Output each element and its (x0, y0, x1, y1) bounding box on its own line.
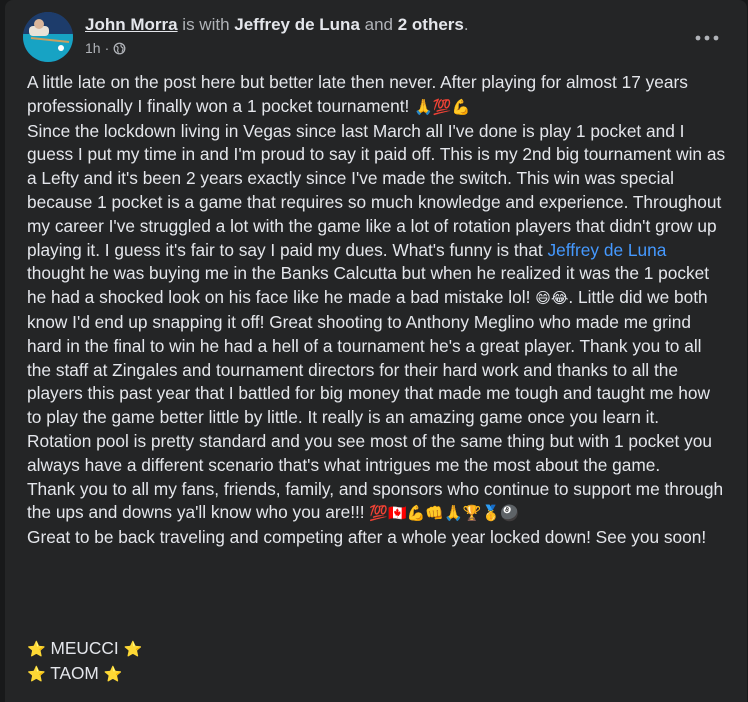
star-icon: ⭐ (27, 665, 46, 683)
mention-link[interactable]: Jeffrey de Luna (547, 240, 666, 260)
emoji-group-3: 💯🇨🇦💪👊🙏🏆🥇🎱 (369, 504, 519, 523)
post-header: John Morra is with Jeffrey de Luna and 2… (23, 12, 747, 62)
body-text-5: Great to be back traveling and competing… (27, 527, 707, 548)
emoji-group-2: 😄😂 (535, 289, 569, 308)
post-header-text: John Morra is with Jeffrey de Luna and 2… (85, 14, 469, 56)
sponsor-2: TAOM (50, 663, 99, 683)
more-dots (695, 35, 719, 41)
avatar[interactable] (23, 12, 73, 62)
star-icon: ⭐ (123, 640, 143, 658)
sponsor-1: MEUCCI (50, 638, 119, 658)
post-body: A little late on the post here but bette… (27, 71, 727, 550)
and-text: and (359, 15, 398, 34)
tagged-user-link[interactable]: Jeffrey de Luna (234, 15, 360, 34)
period-text: . (463, 15, 469, 34)
meta-separator: · (104, 40, 110, 56)
sponsor-line-2: ⭐ TAOM ⭐ (27, 661, 142, 686)
globe-icon[interactable] (113, 42, 126, 55)
sponsor-lines: ⭐ MEUCCI ⭐ ⭐ TAOM ⭐ (27, 636, 142, 686)
star-icon: ⭐ (103, 665, 123, 683)
timestamp-link[interactable]: 1h (85, 40, 101, 56)
others-link[interactable]: 2 others (398, 15, 464, 34)
more-options-icon[interactable] (689, 26, 725, 50)
emoji-group-1: 🙏💯💪 (414, 97, 471, 116)
with-text: is with (177, 15, 235, 34)
author-name-link[interactable]: John Morra (85, 15, 178, 34)
star-icon: ⭐ (27, 640, 46, 658)
sponsor-line-1: ⭐ MEUCCI ⭐ (27, 636, 142, 661)
author-line: John Morra is with Jeffrey de Luna and 2… (85, 14, 469, 36)
avatar-image (23, 12, 73, 62)
body-text-1: A little late on the post here but bette… (27, 72, 693, 116)
body-text-4: . Little did we both know I'd end up sna… (27, 287, 724, 523)
post-meta: 1h · (85, 40, 469, 56)
post-card: John Morra is with Jeffrey de Luna and 2… (5, 0, 747, 702)
